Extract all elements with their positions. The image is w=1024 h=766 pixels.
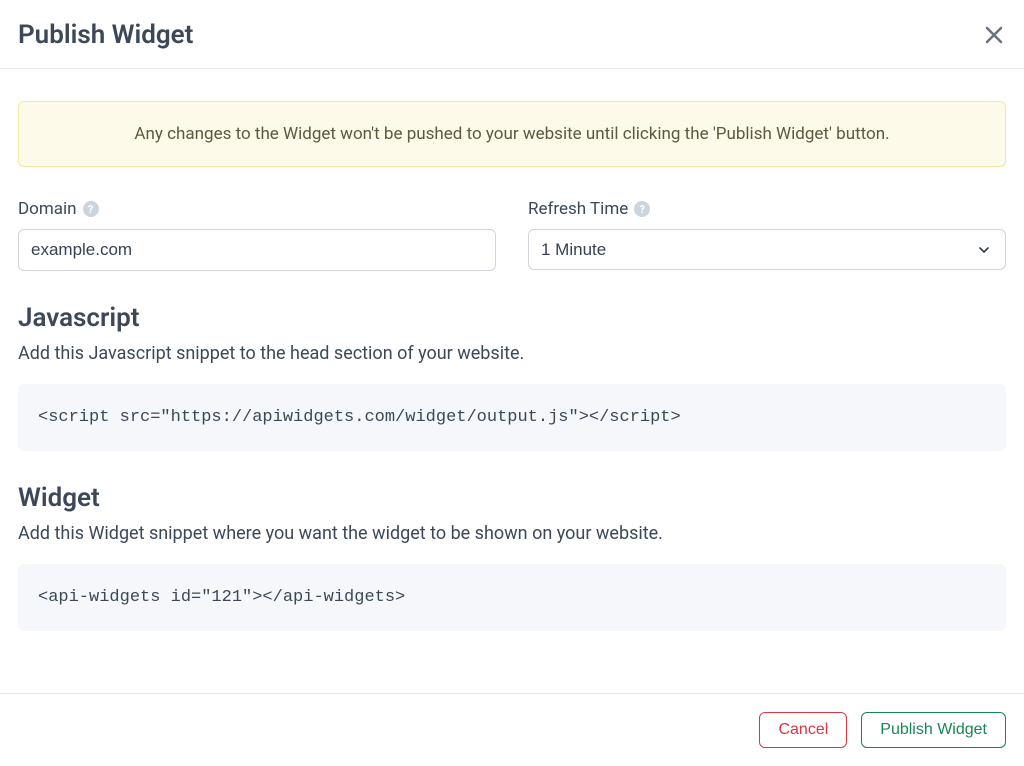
modal-body: Any changes to the Widget won't be pushe… [0, 69, 1024, 693]
refresh-time-label: Refresh Time ? [528, 199, 1006, 219]
alert-text: Any changes to the Widget won't be pushe… [134, 124, 889, 144]
domain-label-text: Domain [18, 199, 77, 219]
close-icon [982, 23, 1006, 47]
publish-widget-modal: Publish Widget Any changes to the Widget… [0, 0, 1024, 766]
javascript-description: Add this Javascript snippet to the head … [18, 343, 1006, 364]
modal-title: Publish Widget [18, 20, 193, 50]
refresh-time-select-wrapper: 1 Minute [528, 229, 1006, 270]
modal-footer: Cancel Publish Widget [0, 693, 1024, 766]
domain-group: Domain ? [18, 199, 496, 271]
help-icon[interactable]: ? [634, 201, 650, 217]
info-alert: Any changes to the Widget won't be pushe… [18, 101, 1006, 167]
refresh-time-label-text: Refresh Time [528, 199, 628, 219]
javascript-heading: Javascript [18, 303, 1006, 333]
publish-button[interactable]: Publish Widget [861, 712, 1006, 748]
widget-heading: Widget [18, 483, 1006, 513]
refresh-time-group: Refresh Time ? 1 Minute [528, 199, 1006, 271]
widget-description: Add this Widget snippet where you want t… [18, 523, 1006, 544]
modal-header: Publish Widget [0, 0, 1024, 69]
domain-label: Domain ? [18, 199, 496, 219]
javascript-code-block[interactable]: <script src="https://apiwidgets.com/widg… [18, 384, 1006, 451]
form-row: Domain ? Refresh Time ? 1 Minute [18, 199, 1006, 271]
help-icon[interactable]: ? [83, 201, 99, 217]
domain-input[interactable] [18, 229, 496, 271]
cancel-button[interactable]: Cancel [759, 712, 847, 748]
refresh-time-select[interactable]: 1 Minute [528, 229, 1006, 270]
close-button[interactable] [982, 23, 1006, 47]
widget-code-block[interactable]: <api-widgets id="121"></api-widgets> [18, 564, 1006, 631]
